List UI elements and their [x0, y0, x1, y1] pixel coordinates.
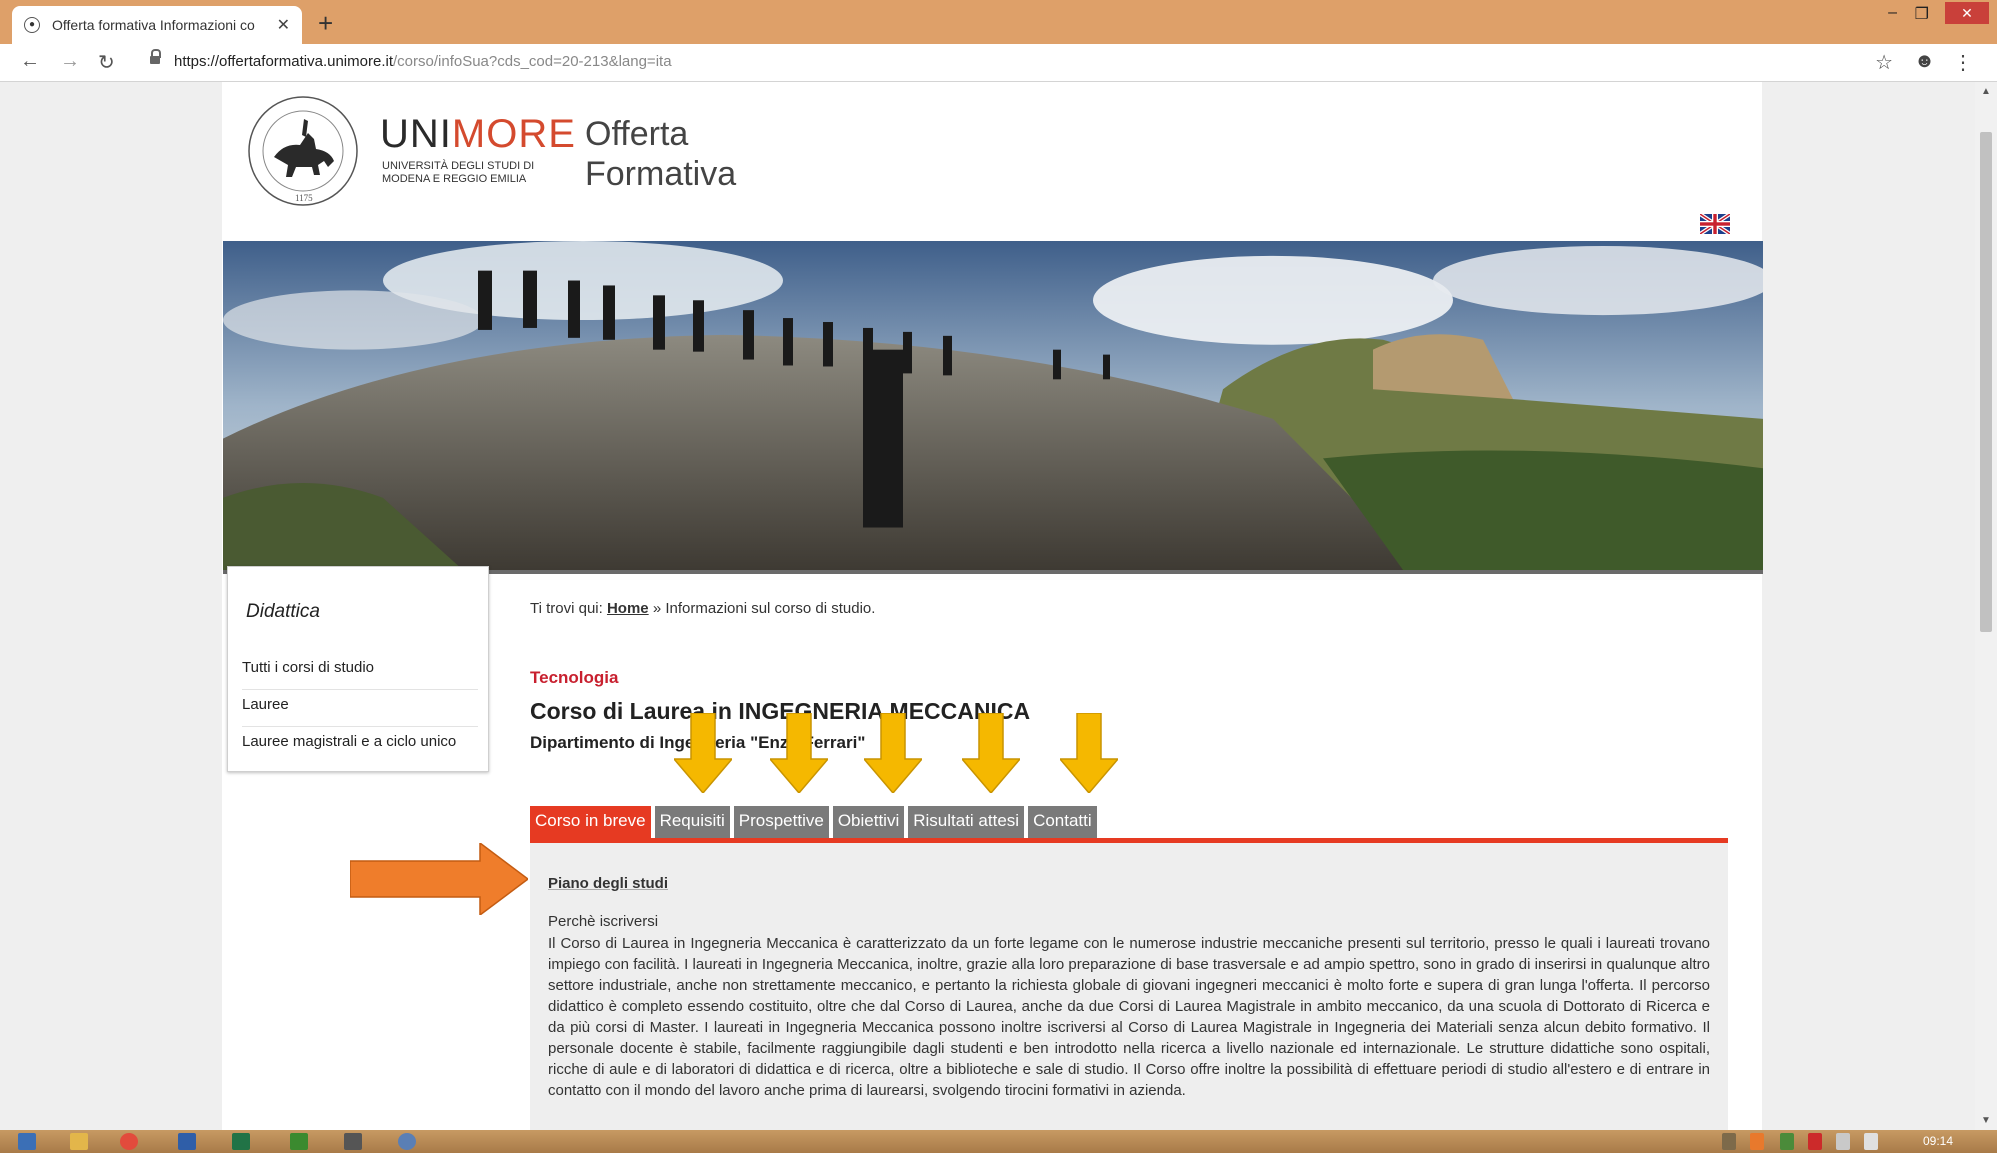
browser-toolbar: ← → ↻ https://offertaformativa.unimore.i… [0, 44, 1997, 82]
site-title-line-2: Formativa [585, 155, 737, 193]
annotation-arrow-down-icon [770, 713, 828, 793]
os-taskbar: 09:14 [0, 1130, 1997, 1153]
breadcrumb-prefix: Ti trovi qui: [530, 600, 603, 617]
chrome-icon[interactable] [120, 1133, 138, 1150]
minimize-icon[interactable]: – [1888, 4, 1897, 22]
favicon-icon: ● [24, 17, 40, 33]
tray-display-icon[interactable] [1836, 1133, 1850, 1150]
unimore-seal-logo[interactable]: 1175 [244, 95, 362, 207]
annotation-arrow-down-icon [864, 713, 922, 793]
sidebar-item-lauree-magistrali[interactable]: Lauree magistrali e a ciclo unico [242, 727, 478, 764]
restore-icon[interactable]: ❐ [1915, 4, 1929, 24]
tab-risultati-attesi[interactable]: Risultati attesi [908, 806, 1025, 838]
english-flag-icon[interactable] [1700, 214, 1730, 234]
annotation-arrow-down-icon [962, 713, 1020, 793]
tab-content-panel: Piano degli studi Perchè iscriversi Il C… [530, 843, 1728, 1130]
lock-icon [150, 49, 161, 66]
piano-studi-link[interactable]: Piano degli studi [548, 875, 668, 892]
scroll-down-icon[interactable]: ▼ [1981, 1115, 1991, 1126]
breadcrumb-home-link[interactable]: Home [607, 600, 649, 617]
file-explorer-icon[interactable] [70, 1133, 88, 1150]
tab-prospettive[interactable]: Prospettive [733, 806, 829, 838]
tab-requisiti[interactable]: Requisiti [654, 806, 730, 838]
sidebar-item-tutti-corsi[interactable]: Tutti i corsi di studio [242, 653, 478, 690]
sidebar-list: Tutti i corsi di studio Lauree Lauree ma… [242, 653, 478, 764]
back-icon[interactable]: ← [20, 50, 40, 73]
annotation-arrow-down-icon [674, 713, 732, 793]
why-enroll-heading: Perchè iscriversi [548, 913, 659, 930]
sidebar-title: Didattica [246, 601, 320, 622]
account-icon[interactable]: ☻ [1914, 50, 1935, 73]
bookmark-star-icon[interactable]: ☆ [1875, 50, 1893, 75]
course-description: Il Corso di Laurea in Ingegneria Meccani… [548, 935, 1710, 1099]
brand-uni: UNI [380, 112, 452, 156]
taskbar-clock[interactable]: 09:14 [1923, 1134, 1953, 1148]
site-title-line-1: Offerta [585, 115, 689, 153]
scrollbar-thumb[interactable] [1980, 132, 1992, 632]
address-bar[interactable]: https://offertaformativa.unimore.it/cors… [174, 53, 672, 70]
window-close-button[interactable]: ✕ [1945, 2, 1989, 24]
annotation-arrow-down-icon [1060, 713, 1118, 793]
tab-corso-in-breve[interactable]: Corso in breve [530, 806, 651, 838]
breadcrumb: Ti trovi qui: Home » Informazioni sul co… [530, 600, 875, 617]
browser-titlebar: ● Offerta formativa Informazioni co ✕ + … [0, 0, 1997, 44]
tab-title: Offerta formativa Informazioni co [52, 17, 255, 33]
course-tabs: Corso in breve Requisiti Prospettive Obi… [530, 806, 1101, 838]
browser-tab[interactable]: ● Offerta formativa Informazioni co ✕ [12, 6, 302, 44]
url-path: /corso/infoSua?cds_cod=20-213&lang=ita [393, 53, 672, 70]
tree-app-icon[interactable] [290, 1133, 308, 1150]
reload-icon[interactable]: ↻ [98, 50, 115, 75]
annotation-arrow-right-icon [350, 843, 528, 915]
brand-sub-line-1: UNIVERSITÀ DEGLI STUDI DI [382, 160, 535, 172]
new-tab-button[interactable]: + [318, 8, 333, 39]
tab-close-icon[interactable]: ✕ [277, 15, 290, 35]
hero-banner-image [223, 241, 1763, 574]
tray-security-icon[interactable] [1808, 1133, 1822, 1150]
tray-app-icon[interactable] [1750, 1133, 1764, 1150]
breadcrumb-current: » Informazioni sul corso di studio. [652, 600, 876, 617]
tab-obiettivi[interactable]: Obiettivi [832, 806, 905, 838]
url-host: https://offertaformativa.unimore.it [174, 53, 393, 70]
course-area: Tecnologia [530, 668, 619, 687]
scrollbar[interactable]: ▲ ▼ [1975, 82, 1997, 1130]
scroll-up-icon[interactable]: ▲ [1981, 86, 1991, 97]
site-title: Offerta Formativa [585, 114, 736, 194]
tab-contatti[interactable]: Contatti [1028, 806, 1097, 838]
tray-flag-icon[interactable] [1722, 1133, 1736, 1150]
mail-app-icon[interactable] [344, 1133, 362, 1150]
sidebar-item-lauree[interactable]: Lauree [242, 690, 478, 727]
brand-more: MORE [451, 112, 576, 156]
forward-icon[interactable]: → [60, 50, 80, 73]
start-windows-icon[interactable] [18, 1133, 36, 1150]
brand-wordmark: UNIMORE [380, 112, 576, 157]
tray-volume-icon[interactable] [1864, 1133, 1878, 1150]
excel-icon[interactable] [232, 1133, 250, 1150]
word-icon[interactable] [178, 1133, 196, 1150]
brand-subtitle: UNIVERSITÀ DEGLI STUDI DI MODENA E REGGI… [382, 160, 534, 186]
globe-app-icon[interactable] [398, 1133, 416, 1150]
menu-kebab-icon[interactable]: ⋮ [1953, 50, 1973, 75]
seal-year: 1175 [295, 193, 313, 203]
tray-network-icon[interactable] [1780, 1133, 1794, 1150]
brand-sub-line-2: MODENA E REGGIO EMILIA [382, 173, 527, 185]
sidebar-menu: Didattica Tutti i corsi di studio Lauree… [227, 566, 489, 772]
